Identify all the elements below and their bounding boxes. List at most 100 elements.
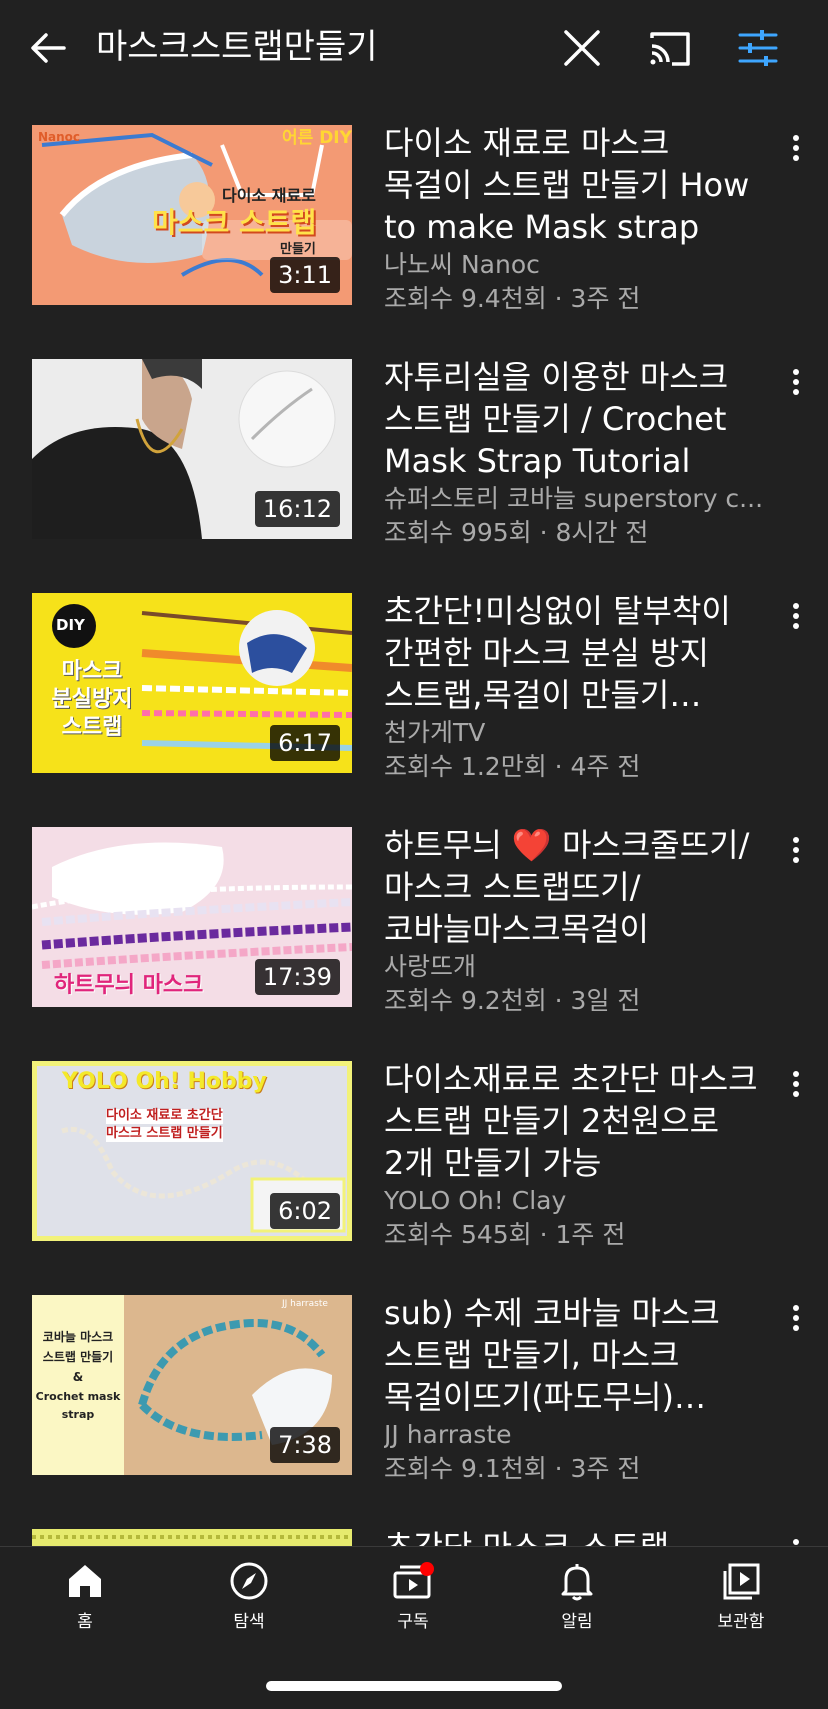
video-metadata: 조회수 9.4천회 · 3주 전 [384,284,641,313]
channel-name[interactable]: 슈퍼스토리 코바늘 superstory c... [384,482,764,516]
thumbnail-caption: & [72,1370,84,1384]
nav-label: 보관함 [717,1612,765,1632]
more-vert-icon [793,1305,799,1331]
video-title[interactable]: 다이소재료로 초간단 마스크 스트랩 만들기 2천원으로 2개 만들기 가능 [384,1058,764,1184]
more-options-button[interactable] [786,364,806,400]
video-duration-badge: 16:12 [254,491,340,527]
back-arrow-icon [31,33,66,63]
video-result-item[interactable]: YOLO Oh! Hobby 다이소 재료로 초간단 마스크 스트랩 만들기 6… [0,1030,828,1264]
more-options-button[interactable] [786,598,806,634]
video-thumbnail[interactable]: Nanoc 어른 DIY 다이소 재료로 마스크 스트랩 만들기 3:11 [32,125,352,305]
nav-label: 구독 [397,1612,429,1632]
nav-explore[interactable]: 탐색 [189,1561,309,1651]
video-info: 초간단 마스크 스트랩 만들기 [384,1526,764,1546]
video-title[interactable]: sub) 수제 코바늘 마스크 스트랩 만들기, 마스크 목걸이뜨기(파도무늬)… [384,1292,764,1418]
system-home-indicator[interactable] [266,1681,562,1691]
channel-name[interactable]: 사랑뜨개 [384,950,764,984]
video-duration-badge: 6:02 [270,1193,340,1229]
close-icon [564,30,600,66]
notifications-icon [561,1564,593,1601]
channel-name[interactable]: JJ harraste [384,1418,764,1452]
nav-notifications[interactable]: 알림 [517,1561,637,1651]
video-result-item[interactable]: DIY 마스크 분실방지 스트랩 6:17 초간단!미싱없이 탈부착이 간편한 … [0,562,828,796]
back-button[interactable] [26,26,70,70]
thumbnail-caption: 하트무늬 마스크 [54,973,204,998]
thumbnail-caption: Nanoc [38,130,81,144]
thumbnail-caption: 스트랩 [61,715,123,740]
thumbnail-caption: 마스크 [61,659,123,684]
more-options-button[interactable] [786,1534,806,1546]
more-vert-icon [793,1539,799,1545]
video-thumbnail[interactable]: 16:12 [32,359,352,539]
more-options-button[interactable] [786,1300,806,1336]
nav-label: 알림 [561,1612,593,1632]
search-query-field[interactable]: 마스크스트랩만들기 [96,22,378,72]
video-title[interactable]: 초간단 마스크 스트랩 만들기 [384,1526,764,1546]
video-metadata: 조회수 9.1천회 · 3주 전 [384,1454,641,1483]
video-metadata: 조회수 9.2천회 · 3일 전 [384,986,641,1015]
cast-icon [650,32,690,66]
thumbnail-caption: DIY [56,616,85,634]
video-title[interactable]: 다이소 재료로 마스크 목걸이 스트랩 만들기 How to make Mask… [384,122,764,248]
video-metadata: 조회수 1.2만회 · 4주 전 [384,752,641,781]
video-info: 초간단!미싱없이 탈부착이 간편한 마스크 분실 방지 스트랩,목걸이 만들기 … [384,590,764,784]
thumbnail-caption: 코바늘 마스크 [42,1330,114,1344]
video-result-item[interactable]: 16:12 자투리실을 이용한 마스크 스트랩 만들기 / Crochet Ma… [0,328,828,562]
thumbnail-caption: 다이소 재료로 [222,186,316,205]
video-metadata: 조회수 545회 · 1주 전 [384,1220,626,1249]
more-options-button[interactable] [786,130,806,166]
thumbnail-caption: 어른 DIY [282,128,352,148]
video-thumbnail[interactable]: YOLO Oh! Hobby 다이소 재료로 초간단 마스크 스트랩 만들기 6… [32,1061,352,1241]
video-thumbnail[interactable]: DIY 마스크 분실방지 스트랩 6:17 [32,593,352,773]
clear-search-button[interactable] [560,26,604,70]
nav-label: 홈 [77,1612,93,1632]
video-info: 하트무늬 ❤️ 마스크줄뜨기/마스크 스트랩뜨기/코바늘마스크목걸이 사랑뜨개 … [384,824,764,1018]
video-title[interactable]: 초간단!미싱없이 탈부착이 간편한 마스크 분실 방지 스트랩,목걸이 만들기 … [384,590,764,716]
nav-subscriptions[interactable]: 구독 [353,1561,473,1651]
channel-name[interactable]: YOLO Oh! Clay [384,1184,764,1218]
filter-sliders-icon [738,30,778,66]
thumbnail-caption: YOLO Oh! Hobby [62,1069,267,1094]
video-thumbnail[interactable] [32,1529,352,1546]
video-thumbnail[interactable]: 하트무늬 마스크 17:39 [32,827,352,1007]
thumbnail-image [32,1529,352,1546]
video-result-item[interactable]: 초간단 마스크 스트랩 만들기 [0,1498,828,1546]
search-results-list: Nanoc 어른 DIY 다이소 재료로 마스크 스트랩 만들기 3:11 다이… [0,94,828,1546]
more-vert-icon [793,135,799,161]
video-title[interactable]: 하트무늬 ❤️ 마스크줄뜨기/마스크 스트랩뜨기/코바늘마스크목걸이 [384,824,764,950]
more-vert-icon [793,837,799,863]
video-duration-badge: 7:38 [270,1427,340,1463]
search-header: 마스크스트랩만들기 [0,0,828,94]
video-info: sub) 수제 코바늘 마스크 스트랩 만들기, 마스크 목걸이뜨기(파도무늬)… [384,1292,764,1486]
library-icon [723,1563,760,1600]
thumbnail-caption: 마스크 스트랩 만들기 [106,1126,223,1142]
more-options-button[interactable] [786,832,806,868]
search-filter-button[interactable] [736,26,780,70]
more-vert-icon [793,1071,799,1097]
video-info: 자투리실을 이용한 마스크 스트랩 만들기 / Crochet Mask Str… [384,356,764,550]
more-vert-icon [793,369,799,395]
video-title[interactable]: 자투리실을 이용한 마스크 스트랩 만들기 / Crochet Mask Str… [384,356,764,482]
thumbnail-watermark: JJ harraste [282,1299,328,1309]
nav-label: 탐색 [233,1612,265,1632]
nav-home[interactable]: 홈 [25,1561,145,1651]
more-vert-icon [793,603,799,629]
subscriptions-icon [393,1562,434,1599]
video-result-item[interactable]: Nanoc 어른 DIY 다이소 재료로 마스크 스트랩 만들기 3:11 다이… [0,94,828,328]
video-info: 다이소재료로 초간단 마스크 스트랩 만들기 2천원으로 2개 만들기 가능 Y… [384,1058,764,1252]
video-metadata: 조회수 995회 · 8시간 전 [384,518,649,547]
video-duration-badge: 6:17 [270,725,340,761]
video-duration-badge: 3:11 [270,257,340,293]
thumbnail-caption: Crochet mask [35,1390,121,1403]
channel-name[interactable]: 나노씨 Nanoc [384,248,764,282]
video-thumbnail[interactable]: 코바늘 마스크 스트랩 만들기 & Crochet mask strap JJ … [32,1295,352,1475]
app-screen: 마스크스트랩만들기 Nanoc 어른 DIY 다이소 재료로 마스크 스트랩 만… [0,0,828,1709]
thumbnail-caption: 마스크 스트랩 [152,206,317,239]
nav-library[interactable]: 보관함 [681,1561,801,1651]
more-options-button[interactable] [786,1066,806,1102]
channel-name[interactable]: 천가게TV [384,716,764,750]
video-result-item[interactable]: 코바늘 마스크 스트랩 만들기 & Crochet mask strap JJ … [0,1264,828,1498]
thumbnail-caption: strap [61,1408,95,1421]
cast-button[interactable] [646,26,694,70]
video-result-item[interactable]: 하트무늬 마스크 17:39 하트무늬 ❤️ 마스크줄뜨기/마스크 스트랩뜨기/… [0,796,828,1030]
